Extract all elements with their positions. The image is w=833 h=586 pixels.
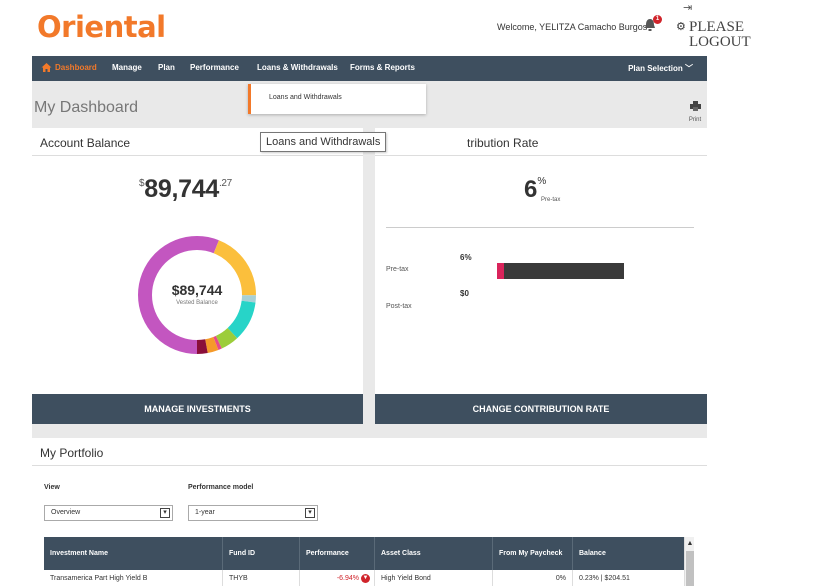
plan-selection[interactable]: Plan Selection ﹀ [628, 63, 693, 74]
column-header[interactable]: Balance [573, 537, 684, 570]
view-label: View [44, 484, 60, 491]
model-select[interactable]: 1-year ▾ [188, 505, 318, 521]
posttax-value: $0 [460, 289, 469, 298]
view-select-value: Overview [51, 509, 81, 516]
fund-id: THYB [223, 570, 300, 586]
welcome-text: Welcome, YELITZA Camacho Burgos [497, 22, 648, 32]
printer-icon [689, 101, 701, 111]
pretax-label: Pre-tax [386, 266, 409, 273]
column-header[interactable]: Fund ID [223, 537, 300, 570]
nav-forms-reports[interactable]: Forms & Reports [350, 63, 415, 72]
column-header[interactable]: Investment Name [44, 537, 223, 570]
gear-icon[interactable]: ⚙ [676, 20, 686, 33]
paycheck-percent: 0% [493, 570, 573, 586]
nav-dashboard[interactable]: Dashboard [55, 63, 97, 72]
scroll-up-icon[interactable]: ▲ [685, 540, 695, 547]
print-label: Print [688, 117, 702, 123]
column-header[interactable]: Asset Class [375, 537, 493, 570]
pretax-bar-remainder [504, 263, 624, 279]
nav-plan[interactable]: Plan [158, 63, 175, 72]
home-icon[interactable] [41, 62, 52, 73]
divider [32, 465, 707, 466]
logout-icon[interactable]: ⇥ [683, 1, 692, 14]
posttax-label: Post-tax [386, 303, 412, 310]
performance-cell: -6.94% ▼ [300, 570, 375, 586]
contribution-title: tribution Rate [467, 136, 539, 150]
balance-amount: $89,744.27 [139, 175, 232, 204]
portfolio-table-header: Investment Name Fund ID Performance Asse… [44, 537, 684, 570]
scroll-thumb[interactable] [686, 551, 694, 586]
nav-manage[interactable]: Manage [112, 63, 142, 72]
chevron-down-icon: ▾ [305, 508, 315, 518]
plan-selection-label: Plan Selection [628, 64, 683, 73]
contribution-card: tribution Rate [375, 128, 707, 394]
table-scrollbar[interactable]: ▲ [684, 537, 694, 586]
balance-cell: 0.23% | $204.51 [579, 574, 630, 582]
divider [32, 155, 363, 156]
tooltip: Loans and Withdrawals [260, 132, 387, 152]
notification-badge: 1 [653, 15, 662, 24]
table-row[interactable]: Transamerica Part High Yield B THYB -6.9… [44, 570, 684, 586]
page-title: My Dashboard [34, 99, 139, 116]
nav-performance[interactable]: Performance [190, 63, 239, 72]
balance-value: 89,744 [144, 175, 219, 203]
percent-sign: % [537, 176, 547, 187]
nav-loans-withdrawals[interactable]: Loans & Withdrawals [257, 63, 338, 72]
loans-dropdown-menu: Loans and Withdrawals [248, 84, 426, 114]
down-arrow-icon: ▼ [361, 573, 370, 583]
column-header[interactable]: Performance [300, 537, 375, 570]
balance-cents: .27 [218, 178, 232, 189]
account-balance-title: Account Balance [40, 136, 131, 150]
view-select[interactable]: Overview ▾ [44, 505, 173, 521]
contribution-sub: Pre-tax [541, 197, 561, 203]
divider [386, 227, 694, 228]
app-header: Oriental Welcome, YELITZA Camacho Burgos… [0, 0, 833, 56]
model-label: Performance model [188, 484, 254, 491]
asset-class: High Yield Bond [375, 570, 493, 586]
dropdown-item-loans[interactable]: Loans and Withdrawals [269, 94, 342, 101]
chevron-down-icon: ▾ [160, 508, 170, 518]
manage-investments-button[interactable]: MANAGE INVESTMENTS [32, 394, 363, 424]
investment-name[interactable]: Transamerica Part High Yield B [44, 570, 223, 586]
pretax-bar [497, 263, 504, 279]
change-contribution-button[interactable]: CHANGE CONTRIBUTION RATE [375, 394, 707, 424]
print-button[interactable]: Print [684, 98, 706, 123]
column-header[interactable]: From My Paycheck [493, 537, 573, 570]
main-nav: Dashboard Manage Plan Performance Loans … [32, 56, 707, 81]
chevron-down-icon: ﹀ [685, 64, 693, 73]
divider [375, 155, 707, 156]
logout-link[interactable]: PLEASE LOGOUT [689, 20, 769, 50]
currency-symbol: $ [139, 178, 145, 189]
oriental-logo[interactable]: Oriental [37, 10, 166, 44]
contribution-percent-value: 6 [524, 176, 538, 203]
pretax-value: 6% [460, 253, 472, 262]
performance-value: -6.94% [336, 574, 359, 582]
model-select-value: 1-year [195, 509, 215, 516]
donut-amount: $89,744 [171, 282, 223, 298]
portfolio-title: My Portfolio [40, 446, 104, 460]
donut-label: Vested Balance [176, 300, 218, 306]
